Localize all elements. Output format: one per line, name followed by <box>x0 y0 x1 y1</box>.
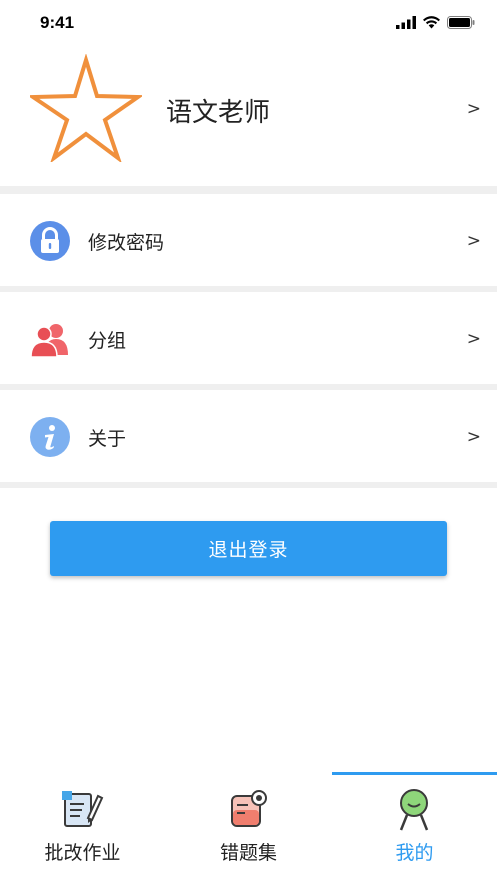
profile-name: 语文老师 <box>166 98 271 128</box>
homework-icon <box>62 791 104 827</box>
tab-homework[interactable]: 批改作业 <box>0 772 165 883</box>
battery-icon <box>447 15 475 29</box>
mistakes-icon <box>231 790 267 827</box>
chevron-right-icon: > <box>466 231 481 251</box>
profile-face-icon <box>399 789 429 831</box>
tab-mistakes[interactable]: 错题集 <box>166 772 331 883</box>
tab-label: 批改作业 <box>44 842 121 864</box>
separator <box>0 482 497 488</box>
chevron-right-icon: > <box>466 329 481 349</box>
logout-button[interactable]: 退出登录 <box>50 521 447 576</box>
info-icon <box>30 417 70 457</box>
menu-item-groups[interactable]: 分组 > <box>0 292 497 384</box>
users-icon <box>30 324 68 358</box>
menu-item-label: 分组 <box>88 330 127 352</box>
profile-chevron: > <box>466 99 481 119</box>
star-avatar-icon <box>30 54 142 162</box>
status-time: 9:41 <box>40 13 75 32</box>
menu-item-change-password[interactable]: 修改密码 > <box>0 194 497 286</box>
chevron-right-icon: > <box>466 427 481 447</box>
wifi-icon <box>423 16 440 29</box>
tab-label: 错题集 <box>219 842 277 864</box>
lock-icon <box>30 221 70 261</box>
profile-header[interactable]: 语文老师 > <box>0 46 497 186</box>
menu-item-about[interactable]: 关于 > <box>0 390 497 482</box>
separator <box>0 186 497 194</box>
status-icons <box>396 15 475 29</box>
tab-bar: 批改作业 错题集 我的 <box>0 772 497 883</box>
signal-icon <box>396 15 416 29</box>
tab-mine[interactable]: 我的 <box>332 772 497 883</box>
menu-item-label: 关于 <box>88 428 127 450</box>
menu-item-label: 修改密码 <box>88 232 165 254</box>
status-bar: 9:41 <box>0 0 497 46</box>
tab-label: 我的 <box>395 842 434 864</box>
